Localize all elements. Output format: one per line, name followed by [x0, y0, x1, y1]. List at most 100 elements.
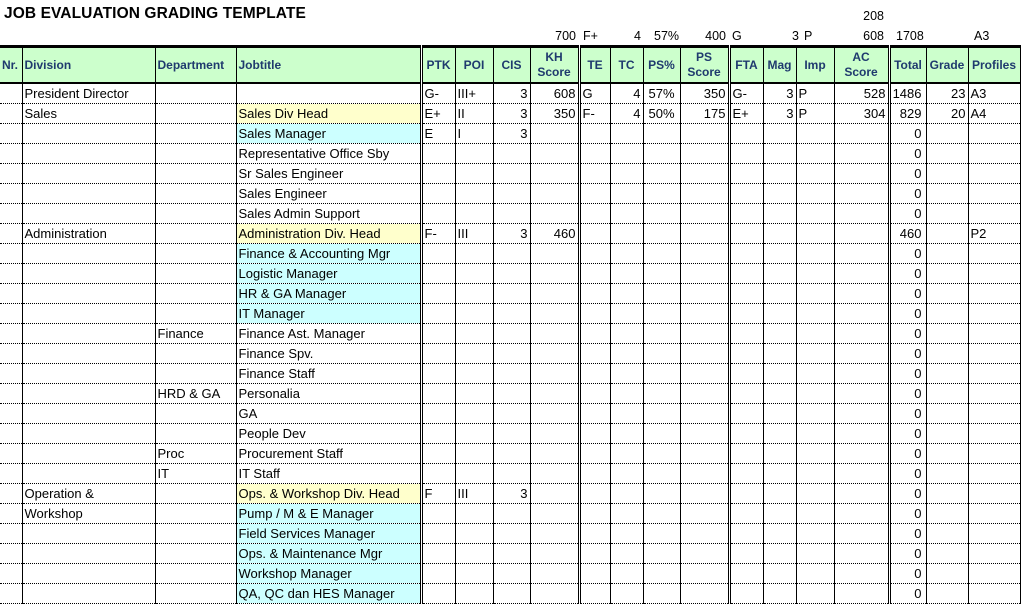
cell-division[interactable] — [21, 543, 156, 564]
cell-nr[interactable] — [0, 363, 23, 384]
cell-nr[interactable] — [0, 323, 23, 344]
cell-mag[interactable]: 3 — [762, 103, 797, 124]
cell-jobtitle[interactable]: Sr Sales Engineer — [235, 163, 423, 184]
cell-total[interactable]: 0 — [888, 523, 927, 544]
cell-ac-score[interactable] — [833, 323, 891, 344]
cell-total[interactable]: 0 — [888, 343, 927, 364]
cell-department[interactable] — [154, 483, 237, 504]
cell-department[interactable] — [154, 83, 237, 104]
cell-te[interactable] — [578, 383, 611, 404]
cell-jobtitle[interactable]: Sales Div Head — [235, 103, 423, 124]
cell-imp[interactable] — [795, 123, 835, 144]
cell-jobtitle[interactable]: Representative Office Sby — [235, 143, 423, 164]
cell-ps-pct[interactable] — [642, 403, 681, 424]
cell-tc[interactable]: 4 — [609, 83, 644, 104]
cell-poi[interactable]: III+ — [454, 83, 494, 104]
cell-poi[interactable] — [454, 503, 494, 524]
cell-ac-score[interactable]: 528 — [833, 83, 891, 104]
cell-profiles[interactable]: A4 — [967, 103, 1021, 124]
cell-total[interactable]: 0 — [888, 363, 927, 384]
cell-cis[interactable] — [492, 183, 531, 204]
cell-ptk[interactable] — [420, 143, 456, 164]
cell-ps-pct[interactable] — [642, 543, 681, 564]
cell-division[interactable]: President Director — [21, 83, 156, 104]
cell-grade[interactable] — [925, 323, 969, 344]
cell-poi[interactable] — [454, 343, 494, 364]
cell-ps-pct[interactable] — [642, 123, 681, 144]
cell-profiles[interactable] — [967, 483, 1021, 504]
cell-nr[interactable] — [0, 543, 23, 564]
cell-ps-pct[interactable] — [642, 203, 681, 224]
cell-imp[interactable] — [795, 283, 835, 304]
cell-fta[interactable] — [728, 243, 764, 264]
cell-kh-score[interactable] — [529, 163, 581, 184]
cell-ac-score[interactable] — [833, 383, 891, 404]
cell-fta[interactable] — [728, 183, 764, 204]
header-cis[interactable]: CIS — [492, 45, 531, 84]
cell-profiles[interactable] — [967, 163, 1021, 184]
cell-ptk[interactable] — [420, 243, 456, 264]
cell-grade[interactable] — [925, 343, 969, 364]
cell-cis[interactable]: 3 — [492, 223, 531, 244]
cell-te[interactable]: F- — [578, 103, 611, 124]
cell-cis[interactable] — [492, 323, 531, 344]
cell-nr[interactable] — [0, 443, 23, 464]
cell-department[interactable] — [154, 283, 237, 304]
cell-ptk[interactable]: G- — [420, 83, 456, 104]
cell-nr[interactable] — [0, 503, 23, 524]
cell-tc[interactable] — [609, 443, 644, 464]
cell-poi[interactable] — [454, 403, 494, 424]
cell-fta[interactable] — [728, 143, 764, 164]
cell-te[interactable]: G — [578, 83, 611, 104]
cell-profiles[interactable] — [967, 503, 1021, 524]
cell-jobtitle[interactable] — [235, 83, 423, 104]
cell-ps-pct[interactable] — [642, 243, 681, 264]
cell-division[interactable] — [21, 423, 156, 444]
cell-imp[interactable] — [795, 303, 835, 324]
cell-tc[interactable] — [609, 243, 644, 264]
cell-department[interactable] — [154, 243, 237, 264]
cell-poi[interactable] — [454, 383, 494, 404]
cell-nr[interactable] — [0, 583, 23, 604]
cell-fta[interactable] — [728, 483, 764, 504]
cell-nr[interactable] — [0, 423, 23, 444]
cell-grade[interactable] — [925, 223, 969, 244]
header-department[interactable]: Department — [154, 45, 237, 84]
cell-poi[interactable] — [454, 563, 494, 584]
cell-te[interactable] — [578, 323, 611, 344]
cell-te[interactable] — [578, 403, 611, 424]
cell-ps-score[interactable] — [679, 343, 731, 364]
header-te[interactable]: TE — [578, 45, 611, 84]
cell-te[interactable] — [578, 443, 611, 464]
header-grade[interactable]: Grade — [925, 45, 969, 84]
summary-fta[interactable]: G — [732, 29, 742, 43]
cell-profiles[interactable] — [967, 183, 1021, 204]
cell-nr[interactable] — [0, 463, 23, 484]
cell-ac-score[interactable] — [833, 283, 891, 304]
cell-mag[interactable] — [762, 483, 797, 504]
cell-te[interactable] — [578, 503, 611, 524]
cell-mag[interactable] — [762, 203, 797, 224]
cell-profiles[interactable] — [967, 283, 1021, 304]
cell-ps-score[interactable]: 175 — [679, 103, 731, 124]
cell-ac-score[interactable] — [833, 183, 891, 204]
cell-imp[interactable] — [795, 543, 835, 564]
cell-mag[interactable] — [762, 443, 797, 464]
cell-tc[interactable] — [609, 123, 644, 144]
cell-fta[interactable] — [728, 303, 764, 324]
cell-jobtitle[interactable]: Workshop Manager — [235, 563, 423, 584]
cell-ac-score[interactable] — [833, 483, 891, 504]
cell-fta[interactable] — [728, 583, 764, 604]
cell-cis[interactable] — [492, 543, 531, 564]
cell-department[interactable]: HRD & GA — [154, 383, 237, 404]
cell-mag[interactable]: 3 — [762, 83, 797, 104]
cell-mag[interactable] — [762, 403, 797, 424]
cell-poi[interactable] — [454, 243, 494, 264]
cell-division[interactable] — [21, 203, 156, 224]
cell-department[interactable]: IT — [154, 463, 237, 484]
cell-te[interactable] — [578, 483, 611, 504]
cell-imp[interactable] — [795, 503, 835, 524]
cell-total[interactable]: 0 — [888, 483, 927, 504]
cell-mag[interactable] — [762, 423, 797, 444]
summary-ac-score[interactable]: 608 — [834, 29, 884, 43]
